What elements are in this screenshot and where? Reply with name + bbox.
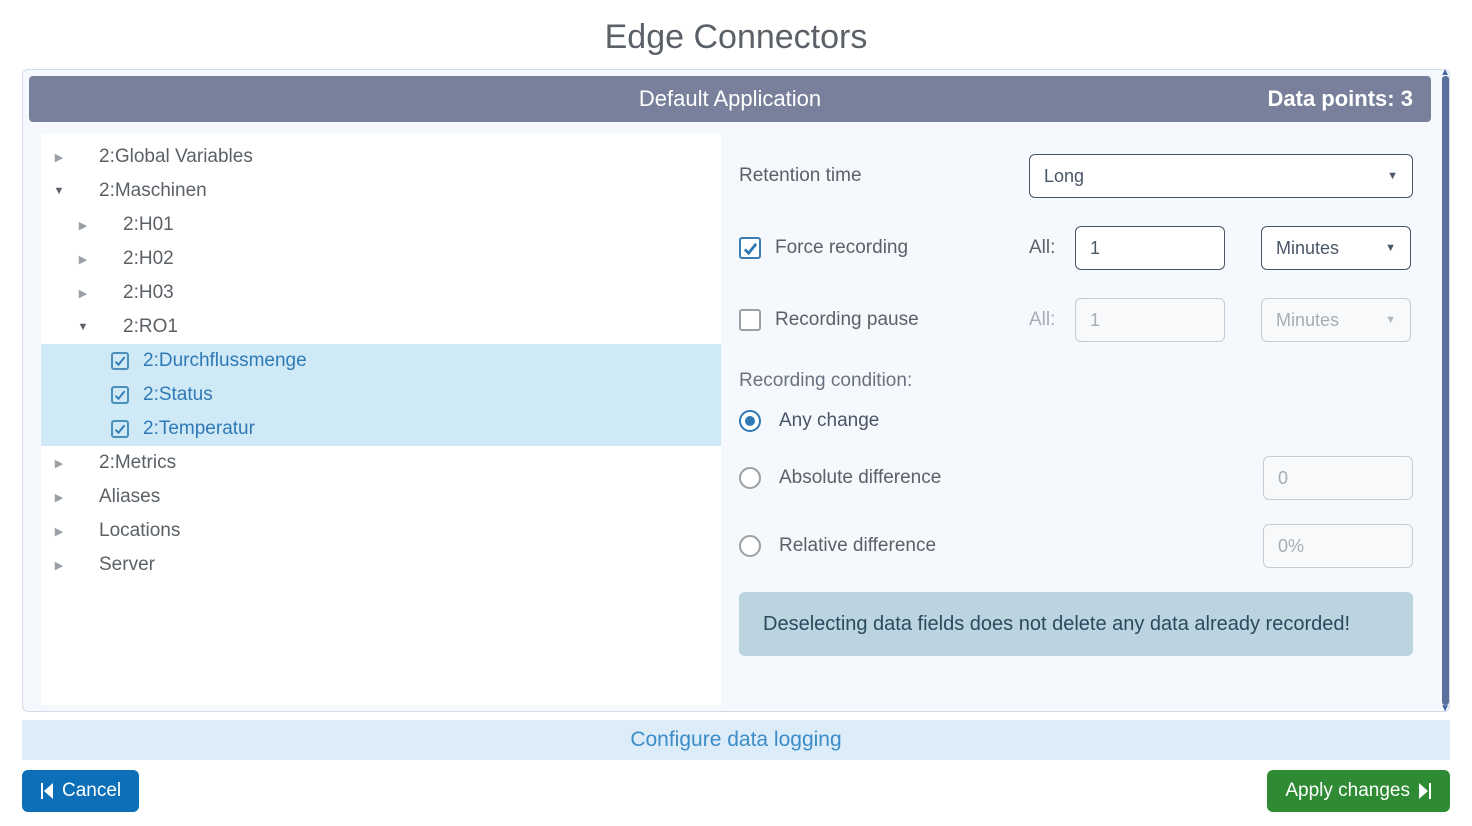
chevron-right-icon[interactable] [51,491,67,504]
retention-select[interactable]: Long ▼ [1029,154,1413,198]
datapoints-label: Data points: [1268,86,1395,111]
chevron-down-icon[interactable] [51,185,67,197]
chevron-down-icon: ▼ [1387,170,1398,182]
tree-row[interactable]: 2:Maschinen [41,174,721,208]
apply-button[interactable]: Apply changes [1267,770,1450,812]
radio-rel-diff[interactable] [739,535,761,557]
recording-condition-label: Recording condition: [739,370,1413,392]
chevron-down-icon[interactable] [75,321,91,333]
radio-abs-diff[interactable] [739,467,761,489]
skip-forward-icon [1418,783,1432,799]
scroll-up-icon[interactable]: ▲ [1440,67,1450,78]
force-unit-select[interactable]: Minutes ▼ [1261,226,1411,270]
skip-back-icon [40,783,54,799]
tree-label: 2:Global Variables [93,146,253,168]
cancel-button[interactable]: Cancel [22,770,139,812]
config-form: Retention time Long ▼ Force recording Al… [739,134,1431,705]
tree-label: 2:H03 [117,282,174,304]
chevron-right-icon[interactable] [75,253,91,266]
pause-value: 1 [1090,310,1100,331]
chevron-right-icon[interactable] [51,559,67,572]
rel-diff-value: 0% [1278,536,1304,557]
configure-data-logging-link[interactable]: Configure data logging [630,728,841,751]
tree-label: Aliases [93,486,160,508]
abs-diff-input: 0 [1263,456,1413,500]
chevron-right-icon[interactable] [51,151,67,164]
tree-row[interactable]: 2:Status [41,378,721,412]
recording-pause-label: Recording pause [775,309,919,331]
tree-label: 2:Durchflussmenge [137,350,307,372]
tree-row[interactable]: Locations [41,514,721,548]
pause-all-label: All: [1029,309,1075,331]
force-unit-value: Minutes [1276,238,1339,259]
force-all-label: All: [1029,237,1075,259]
pause-unit-select: Minutes ▼ [1261,298,1411,342]
tree-label: 2:Status [137,384,213,406]
panel-header-title: Default Application [639,86,821,112]
tree-label: 2:Metrics [93,452,176,474]
chevron-right-icon[interactable] [75,219,91,232]
tree-checkbox[interactable] [111,386,129,404]
recording-pause-checkbox[interactable] [739,309,761,331]
chevron-down-icon: ▼ [1385,242,1396,254]
pause-unit-value: Minutes [1276,310,1339,331]
tree-row[interactable]: 2:Metrics [41,446,721,480]
pause-value-input: 1 [1075,298,1225,342]
tree-label: Locations [93,520,180,542]
tree-checkbox[interactable] [111,420,129,438]
scroll-down-icon[interactable]: ▼ [1440,703,1450,714]
retention-row: Retention time Long ▼ [739,154,1413,198]
tree-label: 2:H01 [117,214,174,236]
tree-label: 2:Temperatur [137,418,255,440]
tree-row[interactable]: Server [41,548,721,582]
tree-row[interactable]: 2:Temperatur [41,412,721,446]
recording-pause-row: Recording pause All: 1 Minutes ▼ [739,298,1413,342]
cancel-button-label: Cancel [62,780,121,802]
radio-any-change-label: Any change [779,410,1413,432]
apply-button-label: Apply changes [1285,780,1410,802]
tree-row[interactable]: 2:RO1 [41,310,721,344]
radio-rel-diff-label: Relative difference [779,535,1263,557]
scrollbar[interactable] [1442,76,1449,705]
info-banner: Deselecting data fields does not delete … [739,592,1413,656]
abs-diff-value: 0 [1278,468,1288,489]
main-panel: ▲ ▼ Default Application Data points: 3 2… [22,69,1450,712]
configure-link-bar: Configure data logging [22,720,1450,760]
radio-abs-diff-row: Absolute difference 0 [739,456,1413,500]
data-tree[interactable]: 2:Global Variables 2:Maschinen 2:H01 2:H02 2… [41,134,721,705]
force-recording-row: Force recording All: 1 Minutes ▼ [739,226,1413,270]
datapoints-counter: Data points: 3 [1268,86,1414,112]
tree-row[interactable]: 2:H03 [41,276,721,310]
datapoints-value: 3 [1401,86,1413,111]
chevron-down-icon: ▼ [1385,314,1396,326]
retention-value: Long [1044,166,1084,187]
tree-row[interactable]: 2:Global Variables [41,140,721,174]
radio-rel-diff-row: Relative difference 0% [739,524,1413,568]
chevron-right-icon[interactable] [75,287,91,300]
tree-row[interactable]: 2:H01 [41,208,721,242]
rel-diff-input: 0% [1263,524,1413,568]
force-value-input[interactable]: 1 [1075,226,1225,270]
force-value: 1 [1090,238,1100,259]
panel-body: 2:Global Variables 2:Maschinen 2:H01 2:H02 2… [29,122,1443,705]
tree-row[interactable]: 2:H02 [41,242,721,276]
radio-abs-diff-label: Absolute difference [779,467,1263,489]
tree-label: 2:RO1 [117,316,178,338]
chevron-right-icon[interactable] [51,457,67,470]
page-title: Edge Connectors [0,0,1472,69]
radio-any-change-row: Any change [739,410,1413,432]
tree-row[interactable]: Aliases [41,480,721,514]
tree-label: Server [93,554,155,576]
tree-checkbox[interactable] [111,352,129,370]
radio-any-change[interactable] [739,410,761,432]
tree-row[interactable]: 2:Durchflussmenge [41,344,721,378]
panel-header: Default Application Data points: 3 [29,76,1431,122]
retention-label: Retention time [739,165,1029,187]
tree-label: 2:Maschinen [93,180,207,202]
chevron-right-icon[interactable] [51,525,67,538]
force-recording-label: Force recording [775,237,908,259]
footer-buttons: Cancel Apply changes [0,760,1472,826]
tree-label: 2:H02 [117,248,174,270]
force-recording-checkbox[interactable] [739,237,761,259]
